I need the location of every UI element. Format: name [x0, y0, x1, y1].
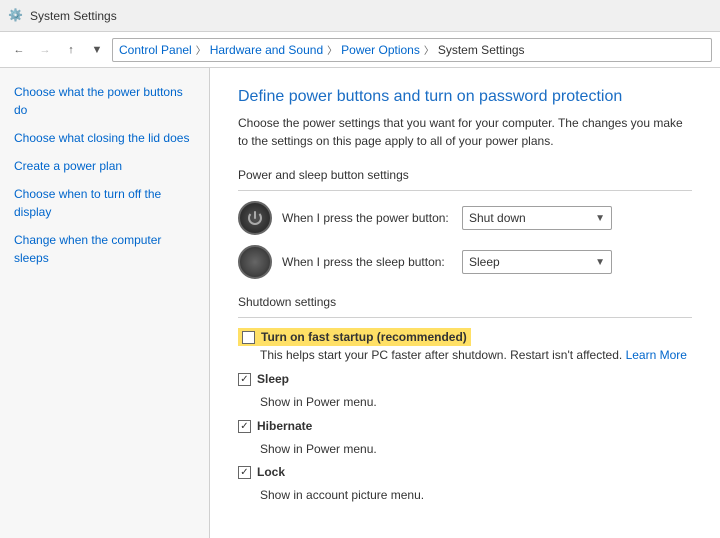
sleep-icon — [238, 245, 272, 279]
fast-startup-highlighted-row: Turn on fast startup (recommended) — [238, 328, 471, 346]
sleep-button-row: When I press the sleep button: Sleep ▼ — [238, 245, 692, 279]
sleep-option-label: Sleep — [257, 372, 289, 386]
main-layout: Choose what the power buttons do Choose … — [0, 68, 720, 538]
left-panel-item-display[interactable]: Choose when to turn off the display — [0, 180, 209, 226]
shutdown-section: Shutdown settings Turn on fast startup (… — [238, 295, 692, 504]
sleep-svg-icon — [246, 253, 264, 271]
power-button-dropdown-arrow: ▼ — [595, 213, 605, 224]
learn-more-link[interactable]: Learn More — [626, 348, 687, 362]
hibernate-option-label: Hibernate — [257, 419, 312, 433]
page-title: Define power buttons and turn on passwor… — [238, 88, 692, 106]
section-divider-1 — [238, 190, 692, 191]
lock-checkbox[interactable] — [238, 466, 251, 479]
breadcrumb-sep-3: 〉 — [424, 42, 434, 57]
fast-startup-label: Turn on fast startup (recommended) — [261, 330, 467, 344]
power-icon — [238, 201, 272, 235]
left-panel-item-power-buttons[interactable]: Choose what the power buttons do — [0, 78, 209, 124]
breadcrumb-control-panel[interactable]: Control Panel — [119, 43, 192, 57]
breadcrumb-power-options[interactable]: Power Options — [341, 43, 420, 57]
power-sleep-section-label: Power and sleep button settings — [238, 168, 692, 182]
hibernate-group: Hibernate Show in Power menu. — [238, 419, 692, 458]
shutdown-section-label: Shutdown settings — [238, 295, 692, 309]
fast-startup-description: This helps start your PC faster after sh… — [260, 347, 692, 364]
title-bar-text: System Settings — [30, 9, 117, 23]
breadcrumb-sep-1: 〉 — [196, 42, 206, 57]
page-description: Choose the power settings that you want … — [238, 114, 692, 150]
power-button-value: Shut down — [469, 211, 526, 225]
left-panel: Choose what the power buttons do Choose … — [0, 68, 210, 538]
sleep-button-dropdown-arrow: ▼ — [595, 257, 605, 268]
lock-option-label: Lock — [257, 465, 285, 479]
sleep-button-value: Sleep — [469, 255, 500, 269]
power-svg-icon — [246, 209, 264, 227]
up-button[interactable]: ↑ — [60, 39, 82, 61]
sleep-group: Sleep Show in Power menu. — [238, 372, 692, 411]
sleep-option-description: Show in Power menu. — [260, 394, 692, 411]
section-divider-2 — [238, 317, 692, 318]
fast-startup-checkbox[interactable] — [242, 331, 255, 344]
sleep-button-label: When I press the sleep button: — [282, 255, 452, 269]
left-panel-item-sleep[interactable]: Change when the computer sleeps — [0, 226, 209, 272]
breadcrumb: Control Panel 〉 Hardware and Sound 〉 Pow… — [112, 38, 712, 62]
power-button-dropdown[interactable]: Shut down ▼ — [462, 206, 612, 230]
left-panel-item-lid[interactable]: Choose what closing the lid does — [0, 124, 209, 152]
lock-option-description: Show in account picture menu. — [260, 487, 692, 504]
hibernate-checkbox[interactable] — [238, 420, 251, 433]
sleep-checkbox-row: Sleep — [238, 372, 692, 386]
forward-button[interactable]: → — [34, 39, 56, 61]
fast-startup-group: Turn on fast startup (recommended) This … — [238, 328, 692, 364]
back-button[interactable]: ← — [8, 39, 30, 61]
recent-locations-button[interactable]: ▼ — [86, 39, 108, 61]
title-bar: ⚙️ System Settings — [0, 0, 720, 32]
content-area: Define power buttons and turn on passwor… — [210, 68, 720, 538]
breadcrumb-sep-2: 〉 — [327, 42, 337, 57]
lock-group: Lock Show in account picture menu. — [238, 465, 692, 504]
hibernate-checkbox-row: Hibernate — [238, 419, 692, 433]
lock-checkbox-row: Lock — [238, 465, 692, 479]
power-button-label: When I press the power button: — [282, 211, 452, 225]
hibernate-option-description: Show in Power menu. — [260, 441, 692, 458]
title-bar-icon: ⚙️ — [8, 8, 24, 24]
left-panel-item-create-plan[interactable]: Create a power plan — [0, 152, 209, 180]
breadcrumb-hardware-sound[interactable]: Hardware and Sound — [210, 43, 323, 57]
sleep-checkbox[interactable] — [238, 373, 251, 386]
sleep-button-dropdown[interactable]: Sleep ▼ — [462, 250, 612, 274]
address-bar: ← → ↑ ▼ Control Panel 〉 Hardware and Sou… — [0, 32, 720, 68]
power-button-row: When I press the power button: Shut down… — [238, 201, 692, 235]
breadcrumb-current: System Settings — [438, 43, 525, 57]
